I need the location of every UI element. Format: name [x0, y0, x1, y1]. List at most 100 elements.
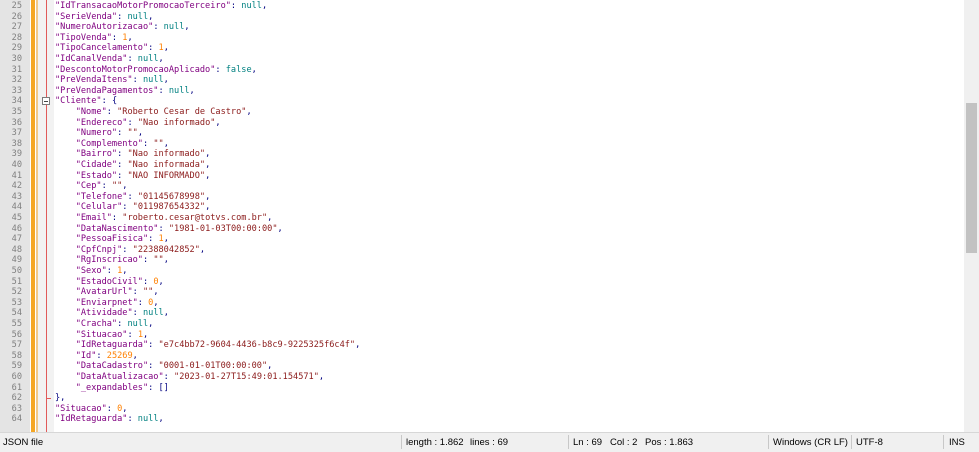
- code-text: "NumeroAutorizacao": null,: [55, 22, 190, 33]
- vertical-scrollbar[interactable]: [964, 0, 979, 432]
- insert-mode[interactable]: INS: [949, 437, 965, 448]
- code-line[interactable]: 64 "IdRetaguarda": null,: [0, 414, 964, 425]
- encoding-label[interactable]: UTF-8: [856, 437, 883, 448]
- line-number: 30: [11, 54, 22, 64]
- code-line[interactable]: 46 "DataNascimento": "1981-01-03T00:00:0…: [0, 224, 964, 235]
- code-line[interactable]: 52 "AvatarUrl": "",: [0, 287, 964, 298]
- code-text: "Numero": "",: [75, 128, 144, 139]
- json-key: "Telefone": [75, 191, 128, 202]
- json-key: "RgInscricao": [75, 255, 143, 266]
- json-key: "Cracha": [75, 319, 118, 329]
- code-line[interactable]: 42 "Cep": "",: [0, 181, 964, 192]
- line-number: 60: [11, 372, 22, 382]
- json-key: "Situacao": [55, 403, 107, 414]
- json-value: null: [142, 308, 164, 319]
- line-number: 56: [11, 329, 22, 340]
- json-value: "e7c4bb72-9604-4436-b8c9-9225325f6c4f": [158, 340, 356, 351]
- eol-format[interactable]: Windows (CR LF): [773, 437, 848, 448]
- code-line[interactable]: 41 "Estado": "NAO INFORMADO",: [0, 171, 964, 182]
- code-line[interactable]: 54 "Atividade": null,: [0, 308, 964, 319]
- code-line[interactable]: 36 "Endereco": "Nao informado",: [0, 118, 964, 129]
- code-line[interactable]: 61 "_expandables": []: [0, 383, 964, 394]
- code-line[interactable]: 63 "Situacao": 0,: [0, 404, 964, 415]
- code-text: "AvatarUrl": "",: [75, 287, 159, 298]
- code-line[interactable]: 30 "IdCanalVenda": null,: [0, 54, 964, 65]
- line-number: 36: [11, 117, 22, 128]
- json-value: "": [153, 138, 164, 149]
- code-line[interactable]: 26 "SerieVenda": null,: [0, 12, 964, 23]
- json-key: "CpfCnpj": [75, 244, 123, 255]
- line-number: 41: [11, 170, 22, 181]
- code-line[interactable]: 55 "Cracha": null,: [0, 319, 964, 330]
- code-text: "RgInscricao": "",: [75, 255, 169, 266]
- line-number: 47: [11, 234, 22, 245]
- line-number: 61: [11, 382, 22, 393]
- code-editor[interactable]: 25 "IdTransacaoMotorPromocaoTerceiro": nu…: [0, 0, 964, 432]
- line-number: 52: [11, 287, 22, 298]
- code-line[interactable]: 57 "IdRetaguarda": "e7c4bb72-9604-4436-b…: [0, 340, 964, 351]
- code-line[interactable]: 32 "PreVendaItens": null,: [0, 75, 964, 86]
- code-line[interactable]: 29 "TipoCancelamento": 1,: [0, 43, 964, 54]
- json-key: "_expandables": [75, 382, 149, 393]
- json-key: "Estado": [75, 170, 118, 181]
- json-value: null: [137, 414, 159, 425]
- code-text: "Email": "roberto.cesar@totvs.com.br",: [75, 213, 273, 223]
- code-text: },: [55, 393, 66, 404]
- code-text: "Complemento": "",: [75, 138, 169, 149]
- fold-toggle-icon[interactable]: [42, 97, 50, 106]
- code-text: "TipoVenda": 1,: [55, 32, 133, 43]
- line-number: 55: [11, 319, 22, 329]
- code-line[interactable]: 48 "CpfCnpj": "22388042852",: [0, 245, 964, 256]
- json-key: "Endereco": [75, 117, 128, 128]
- json-value: "01145678998": [137, 191, 206, 202]
- json-value: "roberto.cesar@totvs.com.br": [122, 213, 268, 223]
- json-value: null: [127, 319, 149, 329]
- json-key: "Situacao": [75, 329, 128, 340]
- json-key: "Id": [75, 350, 97, 361]
- code-line[interactable]: 28 "TipoVenda": 1,: [0, 33, 964, 44]
- json-key: "Bairro": [75, 149, 118, 160]
- code-line[interactable]: 51 "EstadoCivil": 0,: [0, 277, 964, 288]
- status-bar: JSON file length : 1.862 lines : 69 Ln :…: [0, 432, 979, 452]
- code-text: "Nome": "Roberto Cesar de Castro",: [75, 107, 252, 117]
- code-line[interactable]: 37 "Numero": "",: [0, 128, 964, 139]
- code-line[interactable]: 44 "Celular": "011987654332",: [0, 202, 964, 213]
- json-value: "Nao informado": [127, 149, 206, 160]
- json-key: "Email": [75, 213, 112, 223]
- code-line[interactable]: 31 "DescontoMotorPromocaoAplicado": false…: [0, 65, 964, 76]
- line-number: 37: [11, 128, 22, 139]
- code-line[interactable]: 62},: [0, 393, 964, 404]
- status-divider: [568, 435, 569, 449]
- code-line[interactable]: 25 "IdTransacaoMotorPromocaoTerceiro": nu…: [0, 1, 964, 12]
- code-line[interactable]: 47 "PessoaFisica": 1,: [0, 234, 964, 245]
- cursor-line: Ln : 69: [573, 437, 603, 448]
- code-line[interactable]: 49 "RgInscricao": "",: [0, 255, 964, 266]
- code-line[interactable]: 43 "Telefone": "01145678998",: [0, 192, 964, 203]
- code-line[interactable]: 33 "PreVendaPagamentos": null,: [0, 86, 964, 97]
- json-value: null: [163, 22, 185, 33]
- json-value: "22388042852": [132, 244, 200, 255]
- line-number: 58: [11, 350, 22, 361]
- code-text: "IdCanalVenda": null,: [55, 54, 164, 64]
- code-line[interactable]: 50 "Sexo": 1,: [0, 266, 964, 277]
- code-line[interactable]: 39 "Bairro": "Nao informado",: [0, 149, 964, 160]
- vertical-scrollbar-thumb[interactable]: [966, 103, 977, 253]
- code-text: "Cliente": {: [55, 96, 118, 107]
- json-key: "Nome": [75, 107, 107, 117]
- code-line[interactable]: 40 "Cidade": "Nao informada",: [0, 160, 964, 171]
- code-line[interactable]: 56 "Situacao": 1,: [0, 330, 964, 341]
- code-line[interactable]: 58 "Id": 25269,: [0, 351, 964, 362]
- code-line[interactable]: 45 "Email": "roberto.cesar@totvs.com.br"…: [0, 213, 964, 224]
- code-text: "DescontoMotorPromocaoAplicado": false,: [55, 64, 257, 75]
- code-text: "Atividade": null,: [75, 308, 169, 319]
- code-line[interactable]: 59 "DataCadastro": "0001-01-01T00:00:00"…: [0, 361, 964, 372]
- code-line[interactable]: 60 "DataAtualizacao": "2023-01-27T15:49:…: [0, 372, 964, 383]
- json-key: "IdTransacaoMotorPromocaoTerceiro": [55, 1, 231, 11]
- line-number: 26: [11, 11, 22, 22]
- code-line[interactable]: 38 "Complemento": "",: [0, 139, 964, 150]
- line-number: 28: [11, 32, 22, 43]
- code-line[interactable]: 27 "NumeroAutorizacao": null,: [0, 22, 964, 33]
- code-line[interactable]: 34 "Cliente": {: [0, 96, 964, 107]
- code-line[interactable]: 35 "Nome": "Roberto Cesar de Castro",: [0, 107, 964, 118]
- code-line[interactable]: 53 "Enviarpnet": 0,: [0, 298, 964, 309]
